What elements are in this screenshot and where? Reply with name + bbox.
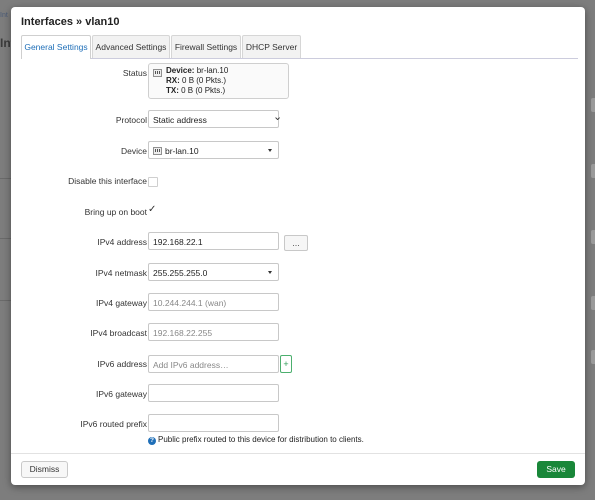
status-tx-value: 0 B (0 Pkts.) bbox=[181, 86, 226, 95]
background-button bbox=[591, 296, 595, 310]
background-button bbox=[591, 230, 595, 244]
protocol-value: Static address bbox=[153, 115, 207, 125]
ipv4-netmask-value: 255.255.255.0 bbox=[153, 268, 208, 278]
protocol-label: Protocol bbox=[115, 115, 147, 125]
ipv4-netmask-label: IPv4 netmask bbox=[95, 268, 148, 278]
ipv6-routed-prefix-label: IPv6 routed prefix bbox=[80, 419, 147, 429]
disable-interface-checkbox[interactable] bbox=[148, 177, 158, 187]
status-device-key: Device: bbox=[166, 66, 195, 75]
ipv6-address-label: IPv6 address bbox=[97, 359, 147, 369]
background-button bbox=[591, 164, 595, 178]
tab-firewall-settings[interactable]: Firewall Settings bbox=[171, 35, 241, 58]
background-button bbox=[591, 350, 595, 364]
tab-bar: General Settings Advanced Settings Firew… bbox=[21, 35, 578, 59]
device-value: br-lan.10 bbox=[165, 146, 199, 156]
question-icon: ? bbox=[148, 437, 156, 445]
status-rx-key: RX: bbox=[166, 76, 180, 85]
dialog-title: Interfaces » vlan10 bbox=[21, 16, 120, 28]
status-rx-value: 0 B (0 Pkts.) bbox=[182, 76, 227, 85]
background-button bbox=[591, 98, 595, 112]
add-ipv6-address-button[interactable]: + bbox=[280, 355, 292, 373]
ipv6-gateway-label: IPv6 gateway bbox=[95, 389, 147, 399]
ipv6-address-input[interactable]: Add IPv6 address… bbox=[148, 355, 279, 373]
network-port-icon bbox=[153, 147, 162, 155]
footer-divider bbox=[11, 453, 585, 454]
ipv4-address-input[interactable]: 192.168.22.1 bbox=[148, 232, 279, 250]
ipv6-gateway-input[interactable] bbox=[148, 384, 279, 402]
ipv4-broadcast-label: IPv4 broadcast bbox=[90, 328, 147, 338]
device-label: Device bbox=[121, 146, 147, 156]
disable-interface-label: Disable this interface bbox=[68, 176, 147, 186]
bring-up-on-boot-checkbox[interactable]: ✓ bbox=[148, 204, 156, 215]
status-tx-key: TX: bbox=[166, 86, 179, 95]
tab-general-settings[interactable]: General Settings bbox=[21, 35, 91, 59]
tab-advanced-settings[interactable]: Advanced Settings bbox=[92, 35, 170, 58]
status-device-value: br-lan.10 bbox=[196, 66, 229, 75]
protocol-select[interactable]: Static address bbox=[148, 110, 279, 128]
ipv4-gateway-label: IPv4 gateway bbox=[95, 298, 147, 308]
status-label: Status bbox=[122, 68, 147, 78]
network-port-icon bbox=[153, 69, 162, 77]
ipv6-routed-prefix-help-text: Public prefix routed to this device for … bbox=[158, 435, 364, 444]
status-panel: Device: br-lan.10 RX: 0 B (0 Pkts.) TX: … bbox=[148, 63, 289, 99]
ipv4-broadcast-input[interactable]: 192.168.22.255 bbox=[148, 323, 279, 341]
ipv4-netmask-select[interactable]: 255.255.255.0 bbox=[148, 263, 279, 281]
tab-dhcp-server[interactable]: DHCP Server bbox=[242, 35, 301, 58]
bring-up-on-boot-label: Bring up on boot bbox=[84, 207, 147, 217]
ipv4-address-more-button[interactable]: ... bbox=[284, 235, 308, 251]
dismiss-button[interactable]: Dismiss bbox=[21, 461, 68, 478]
background-breadcrumb: Int bbox=[0, 12, 8, 19]
save-button[interactable]: Save bbox=[537, 461, 575, 478]
ipv4-gateway-input[interactable]: 10.244.244.1 (wan) bbox=[148, 293, 279, 311]
ipv6-routed-prefix-help: ? Public prefix routed to this device for… bbox=[148, 435, 364, 445]
ipv6-routed-prefix-input[interactable] bbox=[148, 414, 279, 432]
interface-dialog: Interfaces » vlan10 General Settings Adv… bbox=[11, 7, 585, 485]
device-select[interactable]: br-lan.10 bbox=[148, 141, 279, 159]
ipv4-address-label: IPv4 address bbox=[97, 237, 147, 247]
